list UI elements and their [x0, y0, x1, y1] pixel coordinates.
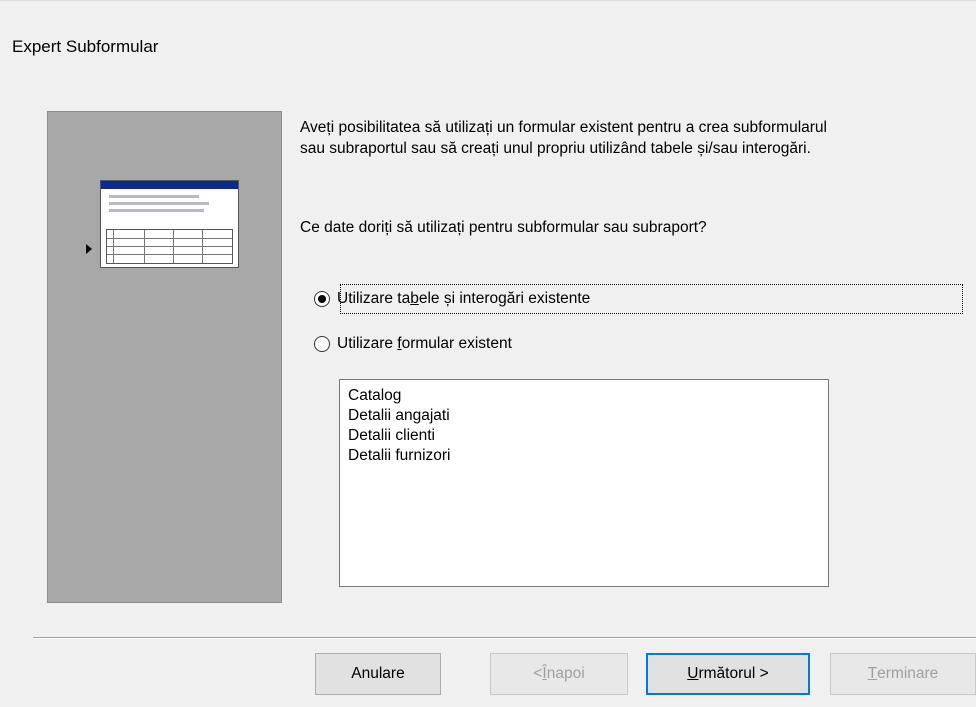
existing-forms-listbox[interactable]: Catalog Detalii angajati Detalii clienti… — [339, 379, 829, 587]
radio-use-tables-queries[interactable]: Utilizare tabele și interogări existente — [314, 286, 593, 312]
description-line-1: Aveți posibilitatea să utilizați un form… — [300, 119, 827, 136]
wizard-description: Aveți posibilitatea să utilizați un form… — [300, 117, 970, 159]
finish-button[interactable]: Terminare — [830, 653, 976, 695]
thumbnail-datasheet — [106, 229, 233, 264]
wizard-question: Ce date doriți să utilizați pentru subfo… — [300, 219, 707, 236]
subform-wizard-dialog: Expert Subformular Aveți posibilitatea s… — [0, 0, 976, 707]
thumbnail-line — [109, 195, 199, 198]
radio-label-existing-form[interactable]: Utilizare formular existent — [334, 334, 515, 354]
radio-use-existing-form[interactable]: Utilizare formular existent — [314, 331, 515, 357]
thumbnail-titlebar — [101, 181, 238, 189]
thumbnail-line — [109, 209, 204, 212]
record-selector-arrow-icon — [86, 244, 92, 254]
subform-preview-thumbnail-icon — [100, 180, 239, 268]
description-line-2: sau subraportul sau să creați unul propr… — [300, 140, 811, 157]
list-item[interactable]: Catalog — [348, 386, 820, 406]
radio-button-checked[interactable] — [314, 291, 330, 307]
cancel-button[interactable]: Anulare — [315, 653, 441, 695]
thumbnail-line — [109, 202, 209, 205]
dialog-title: Expert Subformular — [12, 37, 159, 56]
footer-separator-highlight — [33, 638, 976, 639]
list-item[interactable]: Detalii angajati — [348, 406, 820, 426]
next-button[interactable]: Următorul > — [646, 653, 810, 695]
list-item[interactable]: Detalii clienti — [348, 426, 820, 446]
back-button[interactable]: < Înapoi — [490, 653, 628, 695]
radio-label-tables-queries[interactable]: Utilizare tabele și interogări existente — [334, 289, 593, 309]
radio-button-unchecked[interactable] — [314, 336, 330, 352]
preview-panel — [47, 111, 282, 603]
list-item[interactable]: Detalii furnizori — [348, 446, 820, 466]
